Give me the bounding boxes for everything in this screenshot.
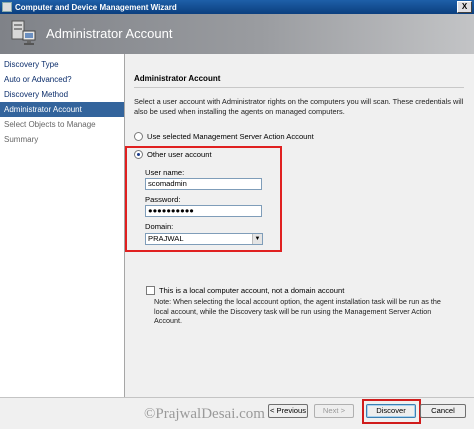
discover-button[interactable]: Discover [366,404,416,418]
domain-select[interactable]: PRAJWAL ▼ [145,233,263,245]
watermark-text: ©PrajwalDesai.com [144,406,265,422]
radio-other-account-label: Other user account [147,150,212,159]
sidebar-item-summary: Summary [4,135,39,144]
window-titlebar: Computer and Device Management Wizard X [0,0,474,14]
domain-label: Domain: [145,222,174,231]
username-label: User name: [145,168,185,177]
sidebar-item-administrator-account[interactable]: Administrator Account [0,102,124,117]
annotation-highlight-box: Other user account User name: scomadmin … [125,146,282,252]
local-account-note: Note: When selecting the local account o… [154,297,441,325]
password-input[interactable]: ●●●●●●●●●● [145,205,262,217]
username-input[interactable]: scomadmin [145,178,262,190]
chevron-down-icon[interactable]: ▼ [252,234,262,244]
next-button: Next > [314,404,354,418]
radio-row-other-account[interactable]: Other user account [134,150,212,159]
close-button[interactable]: X [457,1,472,13]
local-account-label: This is a local computer account, not a … [159,286,345,295]
sidebar-item-auto-or-advanced[interactable]: Auto or Advanced? [0,72,124,87]
radio-management-account[interactable] [134,132,143,141]
domain-select-value: PRAJWAL [148,234,184,243]
wizard-page-content: Administrator Account Select a user acco… [125,54,474,397]
previous-button[interactable]: < Previous [268,404,308,418]
section-title: Administrator Account [134,74,221,83]
radio-row-management-account[interactable]: Use selected Management Server Action Ac… [134,132,314,141]
app-icon [2,2,12,12]
local-account-checkbox-row[interactable]: This is a local computer account, not a … [146,286,344,295]
page-description: Select a user account with Administrator… [134,97,464,116]
banner-title: Administrator Account [46,26,173,41]
cancel-button[interactable]: Cancel [420,404,466,418]
radio-other-account[interactable] [134,150,143,159]
sidebar-item-discovery-method[interactable]: Discovery Method [0,87,124,102]
local-account-checkbox[interactable] [146,286,155,295]
section-rule [134,87,464,88]
sidebar-item-select-objects: Select Objects to Manage [4,120,96,129]
sidebar-item-discovery-type[interactable]: Discovery Type [0,57,124,72]
radio-management-account-label: Use selected Management Server Action Ac… [147,132,314,141]
wizard-banner: Administrator Account [0,14,474,54]
wizard-steps-sidebar: Discovery Type Auto or Advanced? Discove… [0,54,124,397]
wizard-computer-icon [11,20,36,45]
window-title: Computer and Device Management Wizard [15,2,177,12]
wizard-footer: ©PrajwalDesai.com < Previous Next > Disc… [0,398,474,429]
password-label: Password: [145,195,181,204]
